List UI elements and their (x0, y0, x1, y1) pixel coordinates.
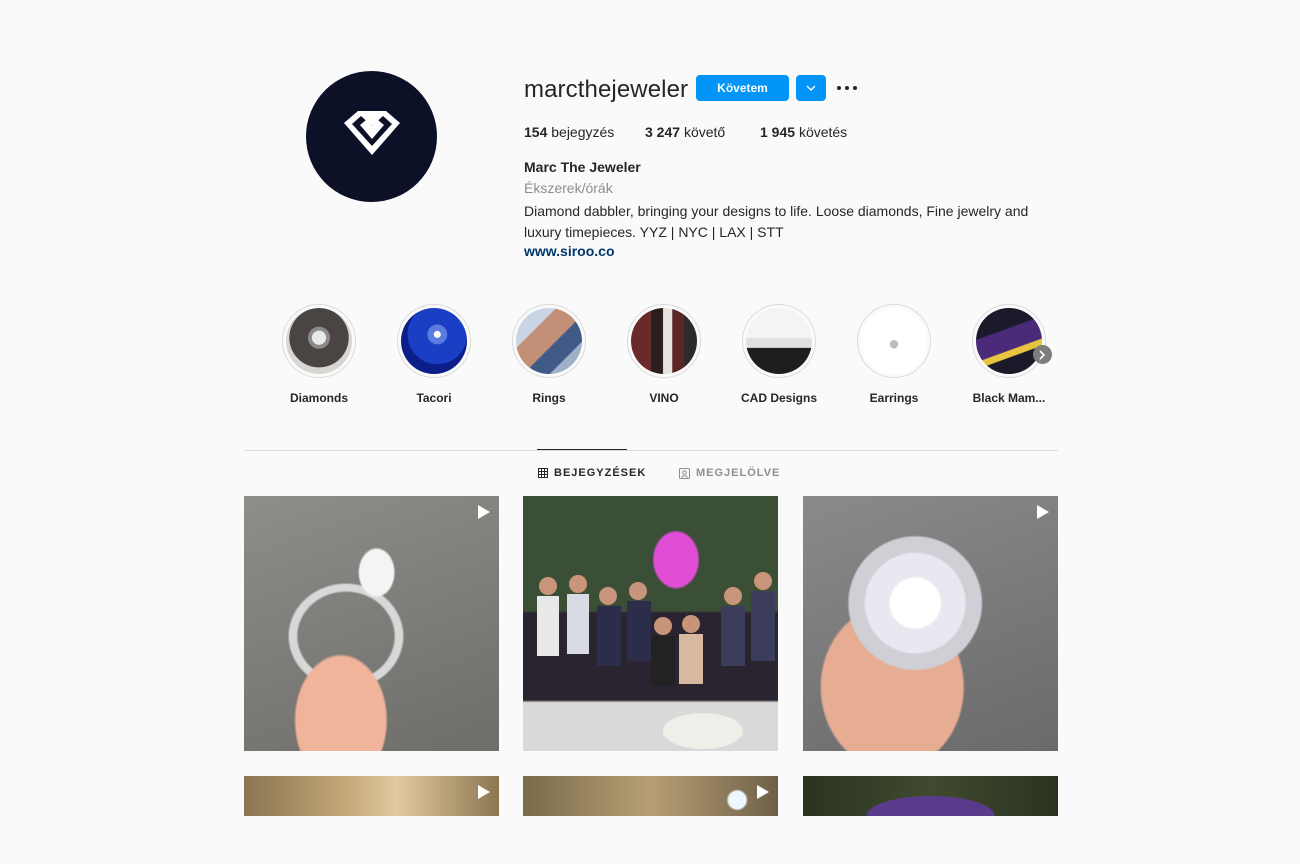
posts-count: 154 (524, 124, 548, 140)
highlight-label: Tacori (416, 391, 452, 405)
highlight-cad-designs[interactable]: CAD Designs (734, 304, 824, 405)
highlight-vino[interactable]: VINO (619, 304, 709, 405)
post-tile[interactable] (244, 496, 499, 751)
tab-tagged-label: MEGJELÖLVE (696, 467, 781, 479)
highlight-cover (401, 308, 467, 374)
profile-website-link[interactable]: www.siroo.co (524, 243, 615, 259)
more-dots-icon (837, 86, 857, 90)
tab-tagged[interactable]: MEGJELÖLVE (679, 467, 780, 479)
profile-full-name: Marc The Jeweler (524, 159, 641, 175)
group-photo-figures (537, 572, 775, 749)
more-options-button[interactable] (836, 78, 858, 98)
profile-category: Ékszerek/órák (524, 180, 613, 196)
highlight-label: Rings (532, 391, 566, 405)
followers-count: 3 247 (645, 124, 681, 140)
suggested-dropdown-button[interactable] (796, 75, 826, 101)
diamond-logo-icon (343, 110, 400, 155)
video-play-icon (478, 785, 490, 799)
profile-bio: Diamond dabbler, bringing your designs t… (524, 203, 1029, 240)
post-tile[interactable] (244, 776, 499, 816)
following-button[interactable]: Követem (696, 75, 789, 101)
highlight-earrings[interactable]: Earrings (849, 304, 939, 405)
highlight-cover (286, 308, 352, 374)
post-tile[interactable] (523, 496, 778, 751)
highlight-label: VINO (649, 391, 679, 405)
highlight-rings[interactable]: Rings (504, 304, 594, 405)
following-stat[interactable]: 1 945 követés (760, 124, 847, 140)
tab-posts[interactable]: BEJEGYZÉSEK (538, 467, 646, 479)
video-play-icon (1037, 505, 1049, 519)
section-divider (244, 450, 1058, 451)
highlight-cover (746, 308, 812, 374)
posts-count-stat: 154 bejegyzés (524, 124, 614, 140)
highlight-tacori[interactable]: Tacori (389, 304, 479, 405)
profile-avatar[interactable] (306, 71, 437, 202)
highlight-label: Earrings (869, 391, 919, 405)
highlight-label: Diamonds (289, 391, 348, 405)
followers-stat[interactable]: 3 247 követő (645, 124, 725, 140)
tagged-person-icon (679, 467, 690, 479)
tab-posts-label: BEJEGYZÉSEK (554, 467, 647, 479)
highlight-cover (861, 308, 927, 374)
highlight-label: CAD Designs (740, 391, 817, 405)
highlight-cover (516, 308, 582, 374)
posts-label: bejegyzés (551, 124, 615, 140)
grid-icon (538, 468, 548, 478)
profile-username: marcthejeweler (524, 76, 689, 103)
post-tile[interactable] (803, 776, 1058, 816)
following-count: 1 945 (760, 124, 796, 140)
highlights-next-button[interactable] (1033, 345, 1052, 364)
post-tile[interactable] (523, 776, 778, 816)
active-tab-indicator (537, 449, 627, 450)
chevron-down-icon (806, 85, 816, 91)
highlight-cover (976, 308, 1042, 374)
video-play-icon (757, 785, 769, 799)
highlight-cover (631, 308, 697, 374)
chevron-right-icon (1039, 349, 1046, 360)
post-tile[interactable] (803, 496, 1058, 751)
highlight-label: Black Mam... (972, 391, 1046, 405)
followers-label: követő (683, 124, 726, 140)
following-label: követés (798, 124, 848, 140)
highlight-diamonds[interactable]: Diamonds (274, 304, 364, 405)
video-play-icon (478, 505, 490, 519)
